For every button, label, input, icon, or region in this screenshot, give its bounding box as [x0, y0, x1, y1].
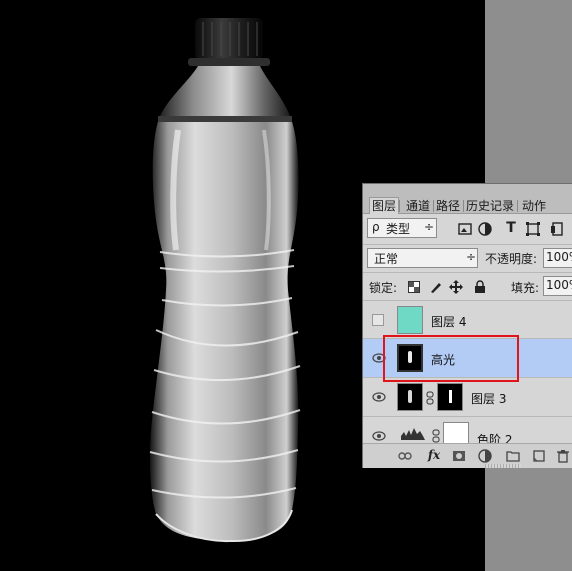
lock-label: 锁定:	[369, 281, 398, 295]
chevron-updown-icon: ÷	[466, 250, 477, 264]
lock-position-icon[interactable]	[449, 280, 463, 294]
fill-value: 100%	[546, 278, 572, 292]
levels-histogram-icon	[401, 425, 425, 441]
new-layer-icon[interactable]	[531, 449, 547, 463]
annotation-highlight-box	[383, 335, 519, 382]
text-filter-icon[interactable]: T	[503, 220, 519, 236]
search-icon: ρ	[372, 220, 380, 234]
fx-icon[interactable]: fx	[425, 447, 443, 463]
filter-row: ρ 类型 ÷ T	[363, 214, 572, 244]
layer-filter-label: 类型	[386, 222, 411, 236]
tab-layers[interactable]: 图层	[369, 197, 401, 214]
lock-transparent-icon[interactable]	[407, 280, 421, 294]
layer-row-3[interactable]: 图层 3	[363, 378, 572, 417]
opacity-value: 100%	[546, 250, 572, 264]
chain-link-icon[interactable]	[431, 429, 441, 443]
blend-mode-value: 正常	[374, 252, 399, 266]
fill-label: 填充:	[511, 281, 540, 295]
blend-mode-select[interactable]: 正常 ÷	[367, 248, 478, 268]
link-icon[interactable]	[397, 449, 413, 463]
layer-row-4[interactable]: 图层 4	[363, 300, 572, 339]
layer-mask-thumbnail[interactable]	[437, 383, 463, 411]
fill-field[interactable]: 100%	[543, 276, 572, 296]
adjustment-filter-icon[interactable]	[477, 221, 493, 237]
visibility-toggle-off[interactable]	[372, 314, 384, 326]
smart-object-filter-icon[interactable]	[549, 221, 565, 237]
tab-actions[interactable]: 动作	[520, 198, 548, 214]
eye-icon[interactable]	[371, 391, 387, 403]
resize-grip[interactable]	[485, 464, 521, 468]
tab-channels[interactable]: 通道	[404, 198, 435, 214]
layer-filter-select[interactable]: ρ 类型 ÷	[367, 218, 437, 238]
opacity-label: 不透明度:	[485, 252, 538, 266]
adjustment-icon[interactable]	[477, 449, 493, 463]
tab-history[interactable]: 历史记录	[464, 198, 519, 214]
tab-paths[interactable]: 路径	[434, 198, 465, 214]
layer-name: 图层 4	[431, 315, 467, 329]
chain-link-icon[interactable]	[425, 391, 435, 405]
lock-all-icon[interactable]	[473, 280, 487, 294]
layers-panel: 图层 通道 路径 历史记录 动作 ρ 类型 ÷ T 正常 ÷ 不透明度: 100…	[362, 183, 572, 468]
add-mask-icon[interactable]	[451, 449, 467, 463]
layer-thumbnail	[397, 306, 423, 334]
layer-name: 图层 3	[471, 392, 507, 406]
panel-tabs: 图层 通道 路径 历史记录 动作	[363, 184, 572, 214]
lock-paint-icon[interactable]	[429, 280, 443, 294]
panel-footer: fx	[363, 443, 572, 468]
eye-icon[interactable]	[371, 430, 387, 442]
lock-row: 锁定: 填充: 100%	[363, 272, 572, 301]
shape-filter-icon[interactable]	[525, 221, 541, 237]
trash-icon[interactable]	[555, 449, 571, 463]
opacity-field[interactable]: 100%	[543, 248, 572, 268]
folder-icon[interactable]	[505, 449, 521, 463]
image-filter-icon[interactable]	[457, 221, 473, 237]
blend-row: 正常 ÷ 不透明度: 100%	[363, 244, 572, 273]
layer-thumbnail	[397, 383, 423, 411]
chevron-updown-icon: ÷	[424, 220, 435, 234]
